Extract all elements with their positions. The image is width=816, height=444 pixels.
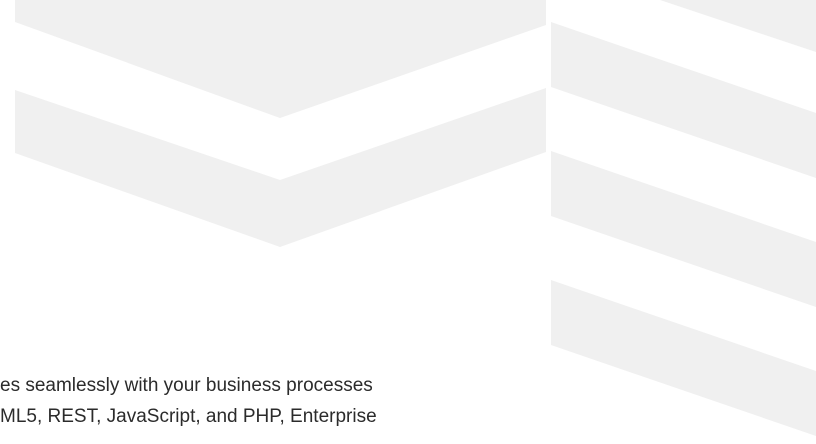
stripe-shape-right-3 — [551, 151, 816, 307]
body-text-block: es seamlessly with your business process… — [0, 370, 816, 432]
body-text-line-2: ML5, REST, JavaScript, and PHP, Enterpri… — [0, 406, 377, 427]
stripe-shape-right-1 — [660, 0, 816, 52]
stripe-shape-right-2 — [551, 22, 816, 178]
body-text-line-1: es seamlessly with your business process… — [0, 375, 373, 396]
chevron-shape-top-left — [15, 0, 546, 118]
page-canvas: es seamlessly with your business process… — [0, 0, 816, 444]
